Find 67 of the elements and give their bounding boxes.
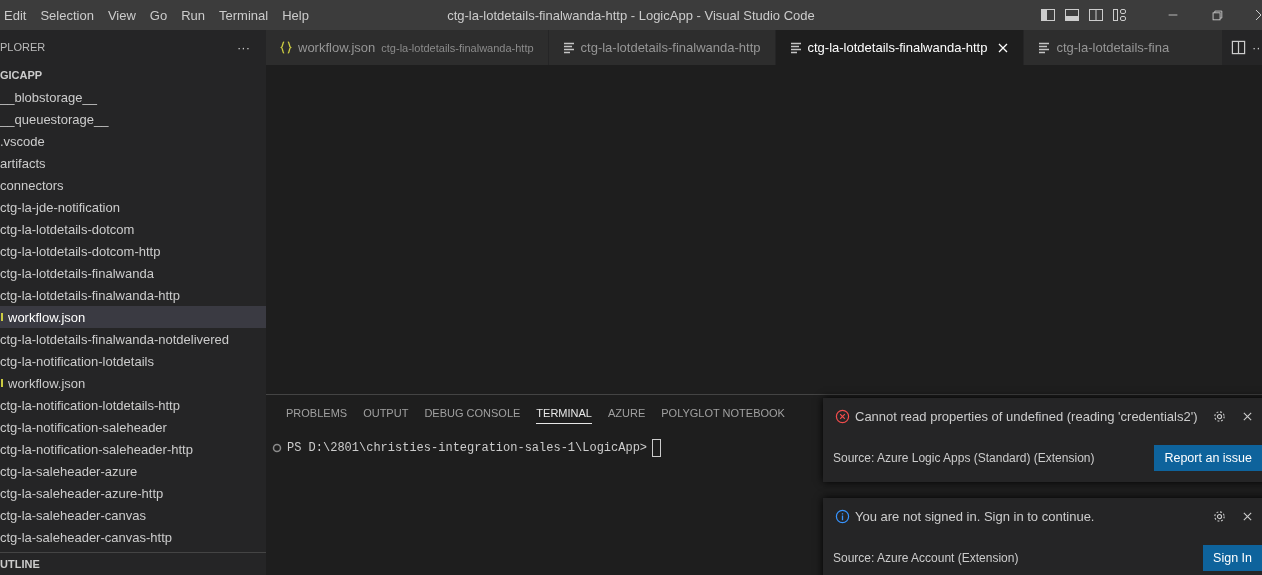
- command-status-icon: [272, 443, 282, 453]
- editor-tab[interactable]: ctg-la-lotdetails-finalwanda-http: [548, 30, 776, 65]
- outline-header[interactable]: UTLINE: [0, 552, 266, 575]
- more-actions[interactable]: ···: [1252, 40, 1262, 55]
- tree-item[interactable]: .vscode: [0, 130, 266, 152]
- folder-header[interactable]: GICAPP: [0, 64, 43, 86]
- sidebar-toggle-icon[interactable]: [1040, 7, 1056, 23]
- menu-item[interactable]: Help: [275, 7, 316, 23]
- more-actions[interactable]: ···: [237, 39, 250, 55]
- panel-tab[interactable]: TERMINAL: [536, 400, 592, 424]
- text-file-icon: [1038, 41, 1051, 54]
- tree-item[interactable]: ctg-la-saleheader-canvas-http: [0, 526, 266, 548]
- menu-item[interactable]: Selection: [33, 7, 101, 23]
- panel-tab[interactable]: PROBLEMS: [286, 401, 348, 423]
- editor-tab[interactable]: ctg-la-lotdetails-fina: [1024, 30, 1223, 65]
- info-icon: [835, 508, 850, 524]
- action-button[interactable]: Sign In: [1203, 545, 1262, 572]
- layout-icon[interactable]: [1112, 7, 1128, 23]
- notification-source: Source: Azure Logic Apps (Standard) (Extension): [833, 451, 1095, 466]
- notification-message: You are not signed in. Sign in to continue.: [855, 508, 1095, 524]
- tree-item[interactable]: ctg-la-jde-notification: [0, 196, 266, 218]
- tree-item[interactable]: ctg-la-notification-saleheader-http: [0, 438, 266, 460]
- text-file-icon: [789, 41, 802, 54]
- tree-item[interactable]: workflow.json: [0, 372, 266, 394]
- panel-tab[interactable]: OUTPUT: [363, 401, 409, 423]
- tree-item[interactable]: artifacts: [0, 152, 266, 174]
- tree-item[interactable]: ctg-la-notification-saleheader: [0, 416, 266, 438]
- split-editor-icon[interactable]: [1231, 40, 1246, 55]
- notification-message: Cannot read properties of undefined (reading 'credentials2'): [855, 408, 1198, 424]
- menu-item[interactable]: Terminal: [212, 7, 276, 23]
- tree-item[interactable]: ctg-la-saleheader-azure-http: [0, 482, 266, 504]
- tree-item[interactable]: ctg-la-lotdetails-dotcom-http: [0, 240, 266, 262]
- editor-tab[interactable]: workflow.json ctg-la-lotdetails-finalwanda-http: [266, 30, 549, 65]
- tree-item[interactable]: workflow.json: [0, 306, 266, 328]
- editor-tab[interactable]: ctg-la-lotdetails-finalwanda-http: [775, 30, 1025, 65]
- terminal-cursor: [652, 439, 662, 457]
- menu-item[interactable]: Edit: [0, 7, 34, 23]
- tree-item[interactable]: ctg-la-notification-lotdetails: [0, 350, 266, 372]
- panel-tab[interactable]: AZURE: [607, 401, 646, 423]
- notification-source: Source: Azure Account (Extension): [833, 551, 1019, 566]
- explorer-title: PLORER: [0, 41, 46, 53]
- restore-icon[interactable]: [1210, 8, 1224, 22]
- panel-tab[interactable]: POLYGLOT NOTEBOOK: [661, 401, 785, 423]
- error-icon: [835, 408, 850, 424]
- panel-toggle-icon[interactable]: [1064, 7, 1080, 23]
- menu-item[interactable]: Go: [142, 7, 175, 23]
- tree-item[interactable]: connectors: [0, 174, 266, 196]
- tree-item[interactable]: ctg-la-notification-lotdetails-http: [0, 394, 266, 416]
- terminal-prompt: PS D:\2801\christies-integration-sales-1\LogicApp>: [287, 441, 648, 455]
- window-title: ctg-la-lotdetails-finalwanda-http - LogicApp - Visual Studio Code: [447, 7, 815, 23]
- text-file-icon: [562, 41, 575, 54]
- tree-item[interactable]: __blobstorage__: [0, 86, 266, 108]
- menu-item[interactable]: Run: [174, 7, 213, 23]
- panel-tab[interactable]: DEBUG CONSOLE: [424, 401, 521, 423]
- settings-icon[interactable]: [1212, 508, 1227, 524]
- settings-icon[interactable]: [1212, 408, 1227, 424]
- tree-item[interactable]: ctg-la-saleheader-azure: [0, 460, 266, 482]
- tree-item[interactable]: __queuestorage__: [0, 108, 266, 130]
- tree-item[interactable]: ctg-la-saleheader-canvas: [0, 504, 266, 526]
- action-button[interactable]: Report an issue: [1154, 445, 1262, 472]
- menu-item[interactable]: View: [100, 7, 143, 23]
- split-layout-icon[interactable]: [1088, 7, 1104, 23]
- tree-item[interactable]: ctg-la-lotdetails-dotcom: [0, 218, 266, 240]
- braces-icon: [280, 41, 292, 54]
- tree-item[interactable]: ctg-la-lotdetails-finalwanda-notdelivered: [0, 328, 266, 350]
- tree-item[interactable]: ctg-la-lotdetails-finalwanda: [0, 262, 266, 284]
- tree-item[interactable]: ctg-la-lotdetails-finalwanda-http: [0, 284, 266, 306]
